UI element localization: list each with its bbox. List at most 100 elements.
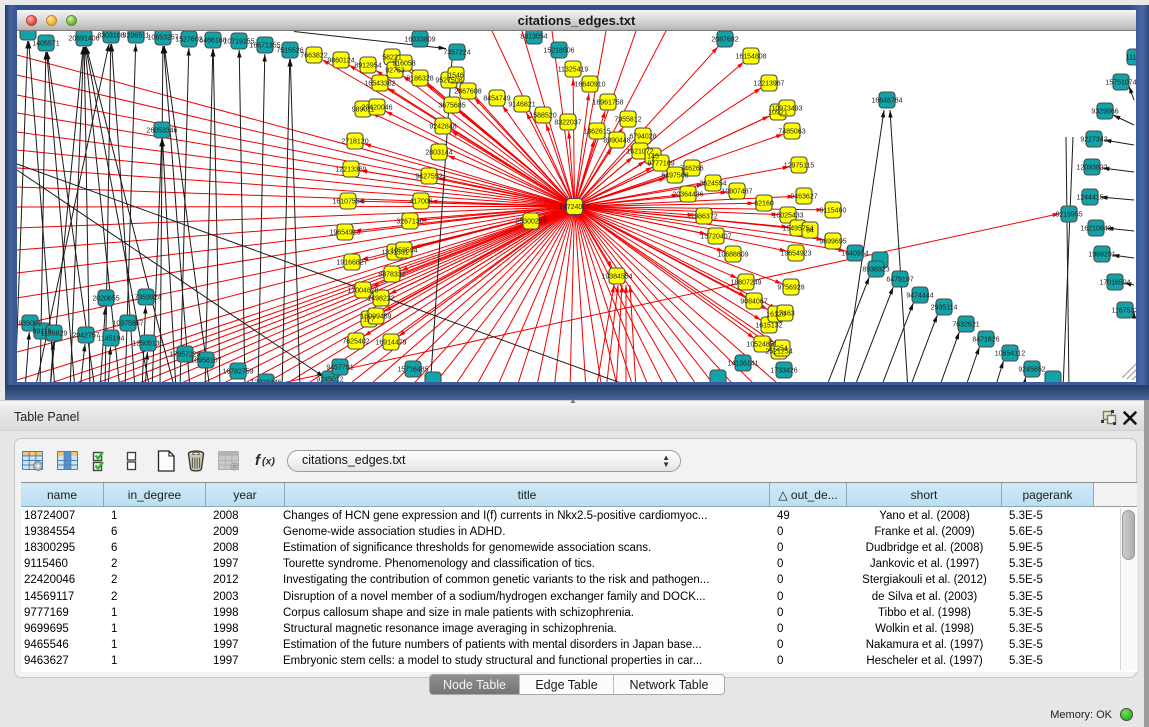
svg-text:19166827: 19166827 (336, 260, 367, 267)
svg-text:17004678: 17004678 (347, 288, 378, 295)
svg-text:9245012: 9245012 (316, 377, 343, 383)
svg-text:8186328: 8186328 (406, 76, 433, 83)
svg-text:16107554: 16107554 (332, 199, 363, 206)
svg-text:7663822: 7663822 (300, 53, 327, 60)
svg-text:10807487: 10807487 (721, 189, 752, 196)
svg-text:417006: 417006 (409, 199, 432, 206)
svg-text:62160: 62160 (754, 201, 774, 208)
svg-text:23420046: 23420046 (361, 105, 392, 112)
svg-text:9206511: 9206511 (123, 33, 150, 40)
svg-text:8471626: 8471626 (972, 337, 999, 344)
svg-text:916058: 916058 (392, 61, 415, 68)
svg-text:9463627: 9463627 (790, 194, 817, 201)
svg-text:1733426: 1733426 (770, 368, 797, 375)
svg-text:3624554: 3624554 (699, 181, 726, 188)
svg-text:16961758: 16961758 (592, 100, 623, 107)
svg-text:20364436: 20364436 (672, 192, 703, 199)
svg-text:145: 145 (647, 154, 659, 161)
svg-text:1969291: 1969291 (1088, 252, 1115, 259)
svg-text:9084067: 9084067 (740, 299, 767, 306)
svg-text:9777169: 9777169 (647, 161, 674, 168)
svg-text:14136141: 14136141 (727, 361, 758, 368)
svg-text:6794028: 6794028 (629, 134, 656, 141)
svg-text:12505135: 12505135 (132, 341, 163, 348)
svg-text:9329966: 9329966 (1091, 109, 1118, 116)
svg-text:10973493: 10973493 (771, 106, 802, 113)
svg-text:1405571: 1405571 (32, 41, 59, 48)
svg-text:16640910: 16640910 (574, 82, 605, 89)
svg-text:16543382: 16543382 (364, 81, 395, 88)
svg-text:16033809: 16033809 (404, 37, 435, 44)
svg-text:15716485: 15716485 (397, 367, 428, 374)
svg-text:10653257: 10653257 (147, 35, 178, 42)
svg-text:7955812: 7955812 (614, 117, 641, 124)
svg-text:10524851: 10524851 (746, 342, 777, 349)
svg-text:8303108: 8303108 (97, 33, 124, 40)
svg-text:11325419: 11325419 (558, 67, 589, 74)
svg-text:9474444: 9474444 (906, 293, 933, 300)
svg-text:16210643: 16210643 (1080, 226, 1111, 233)
svg-text:1053594: 1053594 (390, 248, 417, 255)
svg-text:9756928: 9756928 (777, 285, 804, 292)
svg-text:9699695: 9699695 (819, 239, 846, 246)
svg-text:18807249: 18807249 (730, 280, 761, 287)
svg-text:8990448: 8990448 (603, 138, 630, 145)
svg-text:8454749: 8454749 (483, 96, 510, 103)
svg-text:7357224: 7357224 (443, 50, 470, 57)
svg-text:10975867: 10975867 (112, 321, 143, 328)
svg-text:16099489: 16099489 (360, 314, 391, 321)
svg-text:16782759: 16782759 (222, 369, 253, 376)
svg-text:1546: 1546 (448, 73, 464, 80)
svg-text:1640954: 1640954 (841, 251, 868, 258)
svg-text:(x): (x) (262, 456, 275, 468)
svg-text:7485063: 7485063 (778, 129, 805, 136)
svg-text:9146821: 9146821 (508, 102, 535, 109)
svg-text:12093822: 12093822 (1076, 165, 1107, 172)
svg-text:7625402: 7625402 (342, 339, 369, 346)
svg-text:15751074: 15751074 (1105, 80, 1136, 87)
svg-text:1244415: 1244415 (1076, 195, 1103, 202)
svg-text:8938923: 8938923 (862, 267, 889, 274)
svg-text:6479197: 6479197 (886, 277, 913, 284)
svg-text:9242848: 9242848 (429, 124, 456, 131)
svg-text:2718120: 2718120 (341, 139, 368, 146)
svg-text:15720407: 15720407 (700, 234, 731, 241)
svg-text:12975115: 12975115 (784, 163, 815, 170)
svg-text:20691406: 20691406 (68, 36, 99, 43)
svg-text:17359924: 17359924 (130, 295, 161, 302)
svg-text:10688609: 10688609 (717, 252, 748, 259)
svg-text:1362615: 1362615 (583, 129, 610, 136)
svg-text:254: 254 (776, 346, 788, 353)
svg-text:1145194: 1145194 (98, 336, 125, 343)
svg-text:2367608: 2367608 (454, 89, 481, 96)
svg-text:8912954: 8912954 (354, 63, 381, 70)
svg-text:1615132: 1615132 (755, 323, 782, 330)
svg-text:7632621: 7632621 (952, 322, 979, 329)
svg-text:f: f (255, 452, 262, 469)
svg-text:9427552: 9427552 (415, 174, 442, 181)
svg-text:3675685: 3675685 (438, 103, 465, 110)
svg-text:2020655: 2020655 (92, 296, 119, 303)
svg-text:18724007: 18724007 (559, 204, 590, 211)
svg-text:8215955: 8215955 (1055, 212, 1082, 219)
svg-text:1498222: 1498222 (367, 296, 394, 303)
svg-text:19384554: 19384554 (601, 274, 632, 281)
svg-text:1156829: 1156829 (41, 331, 68, 338)
svg-text:3267130: 3267130 (396, 219, 423, 226)
svg-text:15218506: 15218506 (543, 48, 574, 55)
svg-text:9115460: 9115460 (820, 208, 847, 215)
svg-text:17463: 17463 (775, 311, 795, 318)
svg-text:10654112: 10654112 (995, 351, 1026, 358)
svg-text:2935114: 2935114 (931, 305, 958, 312)
svg-text:64: 64 (806, 228, 814, 235)
svg-text:8322037: 8322037 (554, 120, 581, 127)
svg-text:9457791: 9457791 (326, 365, 353, 372)
svg-text:9227342: 9227342 (1080, 137, 1107, 144)
svg-text:16648784: 16648784 (871, 98, 902, 105)
svg-text:19654923: 19654923 (780, 251, 811, 258)
svg-text:6497568: 6497568 (661, 173, 688, 180)
svg-text:17016504: 17016504 (1099, 280, 1130, 287)
svg-text:16914479: 16914479 (375, 340, 406, 347)
svg-text:746266: 746266 (680, 166, 703, 173)
svg-text:16154808: 16154808 (735, 54, 766, 61)
